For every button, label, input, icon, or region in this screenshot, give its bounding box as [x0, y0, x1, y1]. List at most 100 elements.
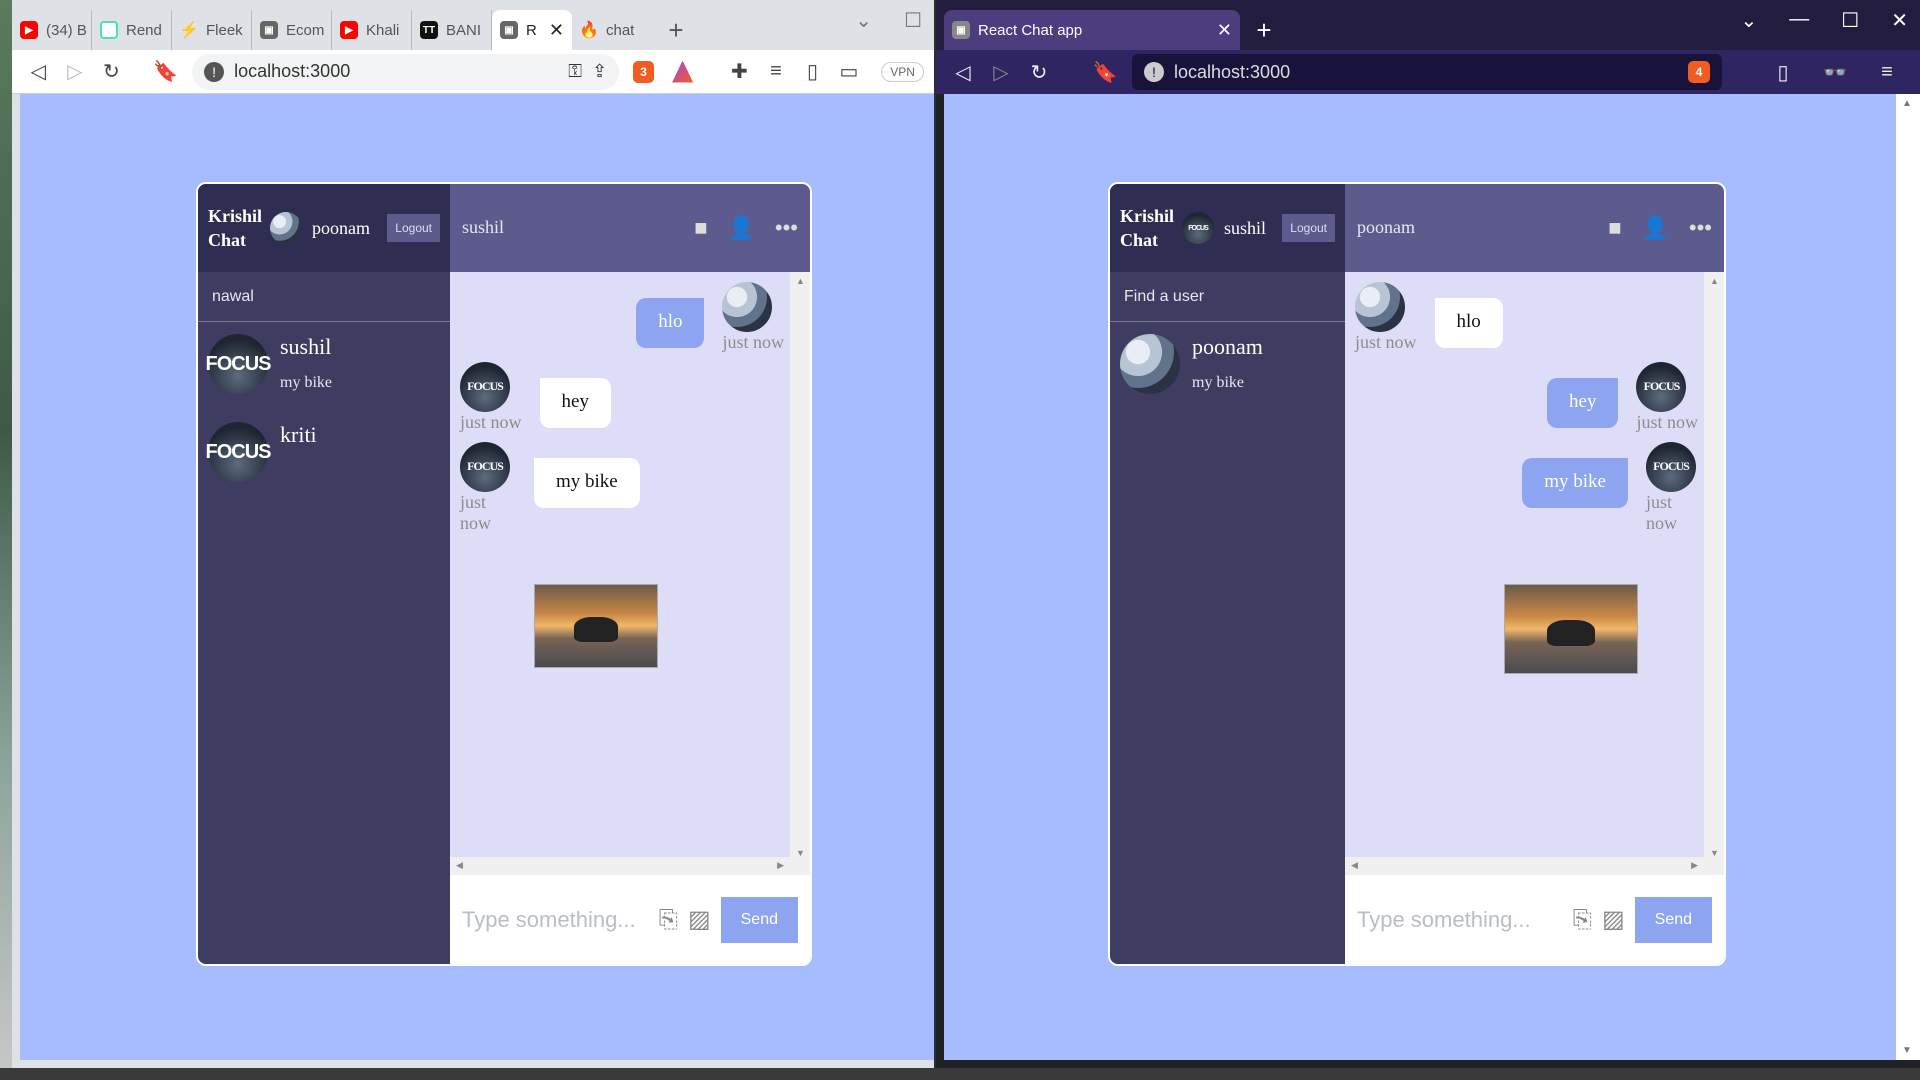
page-viewport: Krishil Chat poonam Logout nawal FOCUS s…: [20, 94, 934, 1060]
tab-active[interactable]: ▣ R ✕: [492, 10, 572, 50]
message-avatar: [722, 281, 773, 332]
close-tab-icon[interactable]: ✕: [549, 20, 564, 41]
tab-youtube[interactable]: ▶ (34) B: [12, 10, 92, 50]
message-bubble: hey: [1547, 377, 1619, 428]
messages-scrollbar-horizontal[interactable]: ◀ ▶: [450, 857, 810, 876]
tab-chat[interactable]: 🔥 chat: [572, 10, 652, 50]
new-tab-button[interactable]: +: [660, 14, 692, 46]
back-icon[interactable]: ◁: [22, 55, 55, 89]
search-user-input[interactable]: Find a user: [1110, 272, 1345, 322]
messages-scrollbar-horizontal[interactable]: ◀ ▶: [1345, 857, 1724, 876]
user-chat-name: sushil: [280, 334, 332, 359]
reload-icon[interactable]: ↻: [95, 55, 128, 89]
close-window-icon[interactable]: ✕: [1891, 8, 1908, 33]
message-image[interactable]: [1504, 583, 1638, 674]
user-chat-item[interactable]: FOCUS sushil my bike: [198, 322, 450, 420]
messages-scrollbar-vertical[interactable]: ▲ ▼: [790, 271, 810, 862]
send-button[interactable]: Send: [720, 896, 798, 943]
minimize-icon[interactable]: —: [1789, 8, 1809, 33]
user-chat-item[interactable]: poonam my bike: [1110, 322, 1345, 420]
attach-icon[interactable]: ⎘: [659, 906, 678, 934]
message-time: just now: [722, 331, 784, 352]
more-options-icon[interactable]: •••: [775, 215, 798, 241]
new-tab-button[interactable]: +: [1248, 14, 1280, 46]
message-time: just now: [460, 411, 522, 432]
message-info: just now: [722, 281, 784, 353]
video-call-icon[interactable]: ■: [1608, 215, 1621, 241]
back-icon[interactable]: ◁: [946, 55, 980, 89]
share-icon[interactable]: ⇪: [592, 61, 607, 82]
tab-search-icon[interactable]: ⌄: [1741, 8, 1758, 33]
messages-list[interactable]: just now hlo FOCUS just now hey FOCUS ju…: [1345, 271, 1724, 876]
info-icon[interactable]: !: [1144, 62, 1164, 82]
tab-ecom[interactable]: ▣ Ecom: [252, 10, 332, 50]
chat-sidebar: Krishil Chat FOCUS sushil Logout Find a …: [1110, 184, 1345, 964]
logout-button[interactable]: Logout: [1282, 214, 1335, 242]
page-icon: ▣: [952, 21, 970, 39]
send-button[interactable]: Send: [1634, 896, 1712, 943]
tab-active[interactable]: ▣ React Chat app ✕: [944, 10, 1240, 50]
image-upload-icon[interactable]: ▨: [688, 905, 711, 934]
chat-partner-name: poonam: [1357, 217, 1415, 238]
minimize-icon[interactable]: ☐: [904, 8, 922, 33]
message-input[interactable]: Type something...: [462, 907, 649, 933]
reload-icon[interactable]: ↻: [1022, 55, 1056, 89]
page-icon: ▣: [260, 21, 278, 39]
tab-khali[interactable]: ▶ Khali: [332, 10, 412, 50]
tab-label: Ecom: [286, 21, 325, 39]
youtube-icon: ▶: [340, 21, 358, 39]
brave-shield-icon[interactable]: 3: [633, 60, 655, 83]
message-image[interactable]: [534, 583, 658, 668]
user-chat-name: poonam: [1192, 334, 1263, 359]
info-icon[interactable]: !: [204, 61, 225, 82]
forward-icon[interactable]: ▷: [984, 55, 1018, 89]
messages-scrollbar-vertical[interactable]: ▲ ▼: [1704, 271, 1724, 862]
add-user-icon[interactable]: 👤: [1641, 215, 1668, 241]
more-options-icon[interactable]: •••: [1689, 215, 1712, 241]
brand-logo: Krishil Chat: [1120, 206, 1175, 250]
tab-bani[interactable]: TT BANI: [412, 10, 492, 50]
message-input-bar: Type something... ⎘ ▨ Send: [1345, 875, 1724, 964]
brave-shield-icon[interactable]: 4: [1688, 61, 1710, 83]
forward-icon[interactable]: ▷: [59, 55, 92, 89]
bookmark-icon[interactable]: 🔖: [1088, 55, 1122, 89]
bookmark-icon[interactable]: 🔖: [150, 55, 183, 89]
add-user-icon[interactable]: 👤: [727, 215, 754, 241]
menu-icon[interactable]: ≡: [1870, 55, 1904, 89]
tab-search-icon[interactable]: ⌄: [855, 8, 872, 33]
brave-rewards-icon[interactable]: [672, 60, 694, 83]
sidebar-icon[interactable]: ▯: [796, 55, 829, 89]
address-bar[interactable]: ! localhost:3000 4: [1132, 54, 1722, 90]
tab-render[interactable]: Rend: [92, 10, 172, 50]
vpn-button[interactable]: VPN: [881, 61, 924, 82]
key-icon[interactable]: ⚿: [568, 61, 582, 82]
chat-partner-name: sushil: [462, 217, 505, 238]
message-avatar: FOCUS: [1646, 441, 1696, 492]
user-chat-item[interactable]: FOCUS kriti: [198, 420, 450, 518]
message: just now hlo: [636, 281, 784, 353]
message-input[interactable]: Type something...: [1357, 907, 1563, 933]
address-bar[interactable]: ! localhost:3000 ⚿ ⇪: [192, 53, 620, 90]
media-icon[interactable]: ≡: [760, 55, 793, 89]
search-user-input[interactable]: nawal: [198, 272, 450, 322]
message-bubble: hey: [539, 377, 611, 428]
wallet-icon[interactable]: ▭: [833, 55, 866, 89]
video-call-icon[interactable]: ■: [694, 215, 707, 241]
youtube-icon: ▶: [20, 21, 38, 39]
close-tab-icon[interactable]: ✕: [1217, 20, 1232, 41]
tab-label: R: [526, 21, 537, 39]
messages-list[interactable]: just now hlo FOCUS just now hey FOCUS ju…: [450, 271, 810, 876]
maximize-icon[interactable]: ☐: [1841, 8, 1859, 33]
desktop-edge: [0, 0, 12, 1080]
page-scrollbar[interactable]: ▲ ▼: [1896, 94, 1920, 1060]
tab-bar: ▣ React Chat app ✕ + ⌄ — ☐ ✕: [936, 0, 1920, 50]
private-window-icon[interactable]: 👓: [1818, 55, 1852, 89]
logout-button[interactable]: Logout: [387, 214, 440, 242]
chat-main: sushil ■ 👤 ••• just now hlo FOCUS just n…: [450, 184, 810, 964]
tab-fleek[interactable]: ⚡ Fleek: [172, 10, 252, 50]
image-upload-icon[interactable]: ▨: [1602, 905, 1625, 934]
extensions-icon[interactable]: ✚: [723, 55, 756, 89]
sidebar-icon[interactable]: ▯: [1766, 55, 1800, 89]
message-info: FOCUS just now: [460, 361, 522, 433]
attach-icon[interactable]: ⎘: [1573, 906, 1592, 934]
